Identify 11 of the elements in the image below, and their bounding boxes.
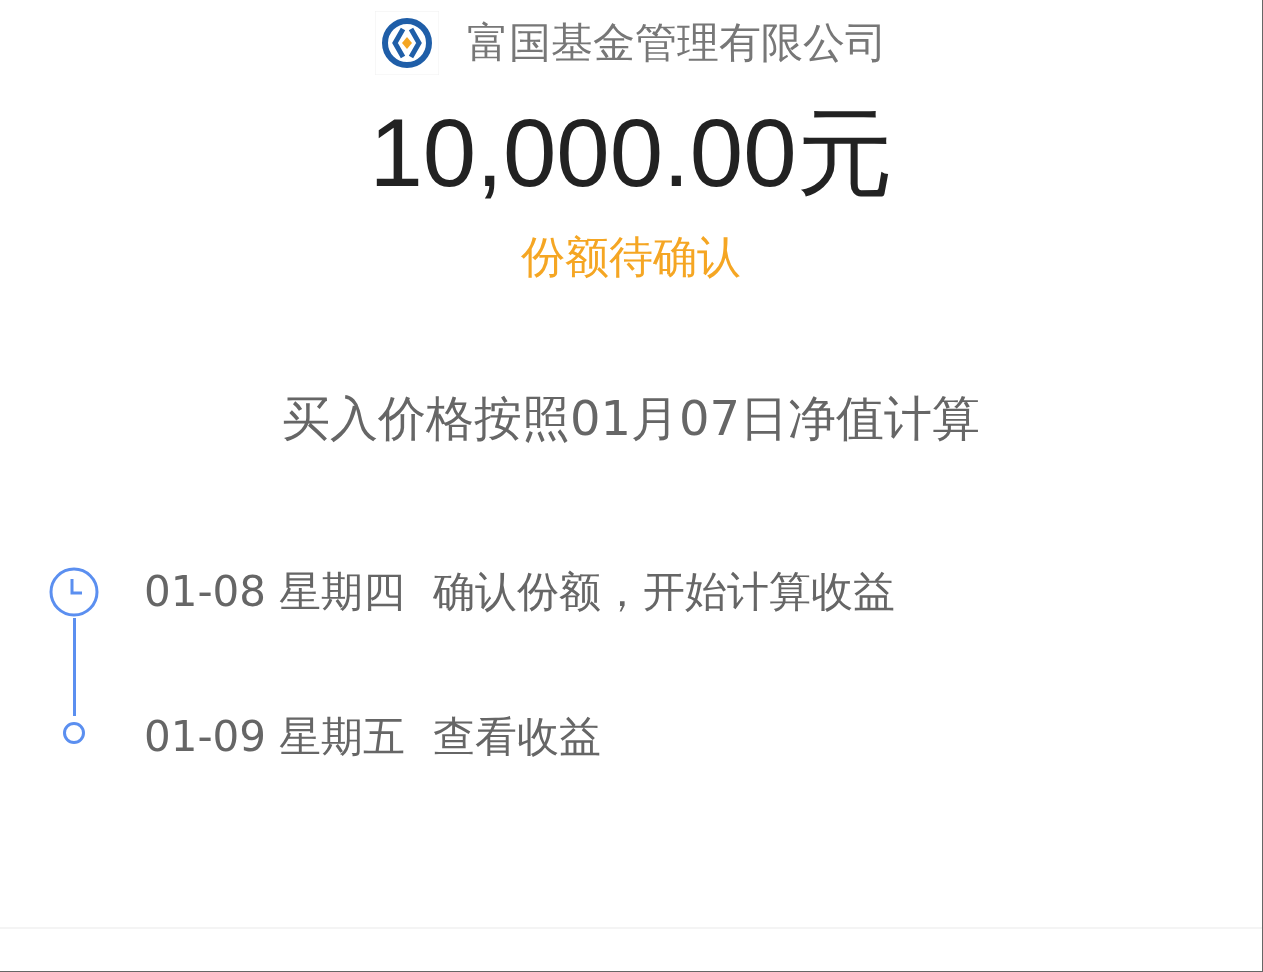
timeline-text: 查看收益 [433,710,602,763]
timeline-dot-icon [62,720,86,745]
timeline-text: 确认份额，开始计算收益 [433,565,896,618]
logo-icon [375,11,439,75]
amount: 10,000.00元 [369,100,893,206]
clock-icon [48,565,100,618]
status-label: 份额待确认 [521,229,741,284]
timeline-date: 01-09 星期五 [144,710,406,763]
timeline-date: 01-08 星期四 [144,565,406,618]
company-name: 富国基金管理有限公司 [467,17,887,69]
price-note: 买入价格按照01月07日净值计算 [281,388,981,448]
